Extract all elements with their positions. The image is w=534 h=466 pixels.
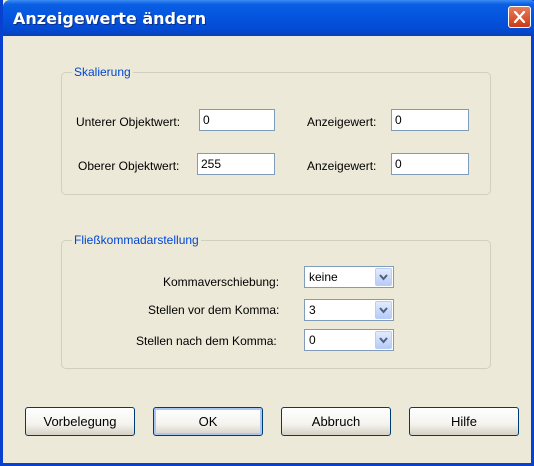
chevron-down-icon[interactable] xyxy=(375,331,392,349)
upper-object-value-input[interactable]: 255 xyxy=(197,153,275,175)
dialog-window: Anzeigewerte ändern Skalierung Unterer O… xyxy=(0,0,534,466)
digits-after-label: Stellen nach dem Komma: xyxy=(136,334,277,348)
digits-after-select[interactable]: 0 xyxy=(304,329,394,351)
lower-display-value-input[interactable]: 0 xyxy=(391,109,469,131)
chevron-down-icon[interactable] xyxy=(375,268,392,286)
ok-button[interactable]: OK xyxy=(153,407,263,436)
scaling-group xyxy=(61,72,491,195)
upper-display-value-label: Anzeigewert: xyxy=(307,159,377,173)
digits-before-value: 3 xyxy=(309,303,316,317)
scaling-legend: Skalierung xyxy=(72,65,133,79)
close-icon xyxy=(513,11,526,23)
digits-before-label: Stellen vor dem Komma: xyxy=(148,303,280,317)
upper-object-value-label: Oberer Objektwert: xyxy=(78,159,180,173)
upper-display-value-input[interactable]: 0 xyxy=(391,153,469,175)
defaults-button[interactable]: Vorbelegung xyxy=(25,407,135,436)
lower-display-value-label: Anzeigewert: xyxy=(307,115,377,129)
cancel-button[interactable]: Abbruch xyxy=(281,407,391,436)
chevron-down-icon[interactable] xyxy=(375,301,392,319)
window-title: Anzeigewerte ändern xyxy=(13,9,207,28)
decimal-shift-value: keine xyxy=(309,270,338,284)
help-button[interactable]: Hilfe xyxy=(409,407,519,436)
title-bar[interactable]: Anzeigewerte ändern xyxy=(3,0,534,36)
close-button[interactable] xyxy=(508,6,531,28)
float-legend: Fließkommadarstellung xyxy=(72,233,201,247)
lower-object-value-input[interactable]: 0 xyxy=(199,109,275,131)
decimal-shift-select[interactable]: keine xyxy=(304,266,394,288)
digits-after-value: 0 xyxy=(309,333,316,347)
lower-object-value-label: Unterer Objektwert: xyxy=(76,115,181,129)
digits-before-select[interactable]: 3 xyxy=(304,299,394,321)
decimal-shift-label: Kommaverschiebung: xyxy=(163,275,280,289)
